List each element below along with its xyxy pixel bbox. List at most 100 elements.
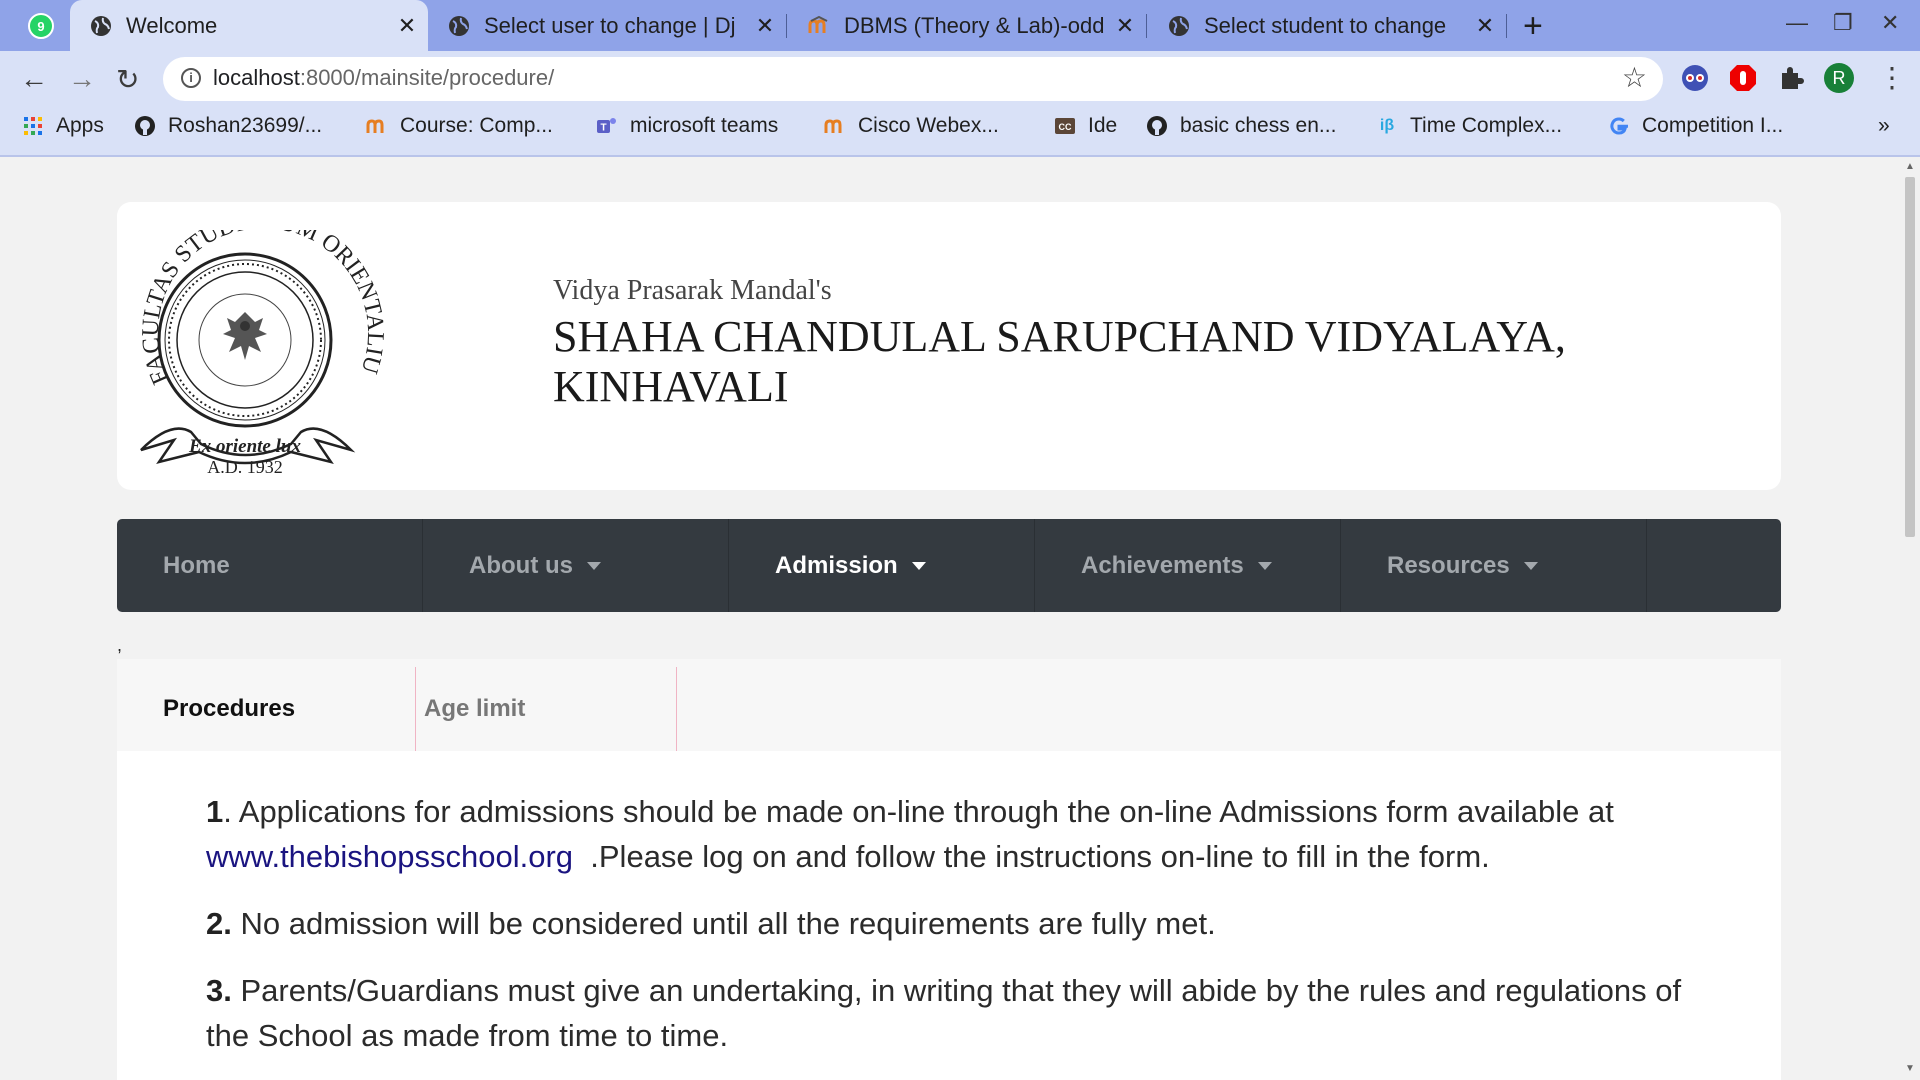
back-arrow-icon[interactable]: ← <box>20 63 48 95</box>
seal-year: A.D. 1932 <box>207 457 283 475</box>
nav-about-us[interactable]: About us <box>423 519 729 612</box>
nav-admission[interactable]: Admission <box>729 519 1035 612</box>
scroll-down-arrow-icon[interactable]: ▼ <box>1905 1063 1915 1074</box>
browser-toolbar: ← → ↻ i localhost:8000/mainsite/procedur… <box>0 51 1920 156</box>
scrollbar-thumb[interactable] <box>1905 177 1915 537</box>
extensions-puzzle-icon[interactable] <box>1776 63 1806 93</box>
github-icon <box>134 115 156 137</box>
bookmark-ide[interactable]: CC Ide <box>1054 114 1117 138</box>
globe-icon <box>1168 15 1190 37</box>
restore-icon[interactable]: ❐ <box>1833 10 1853 36</box>
bookmark-label: Roshan23699/... <box>168 114 323 137</box>
procedure-text: No admission will be considered until al… <box>231 906 1216 941</box>
caret-down-icon <box>1257 561 1272 570</box>
procedure-number: 1 <box>206 794 224 829</box>
bookmark-teams[interactable]: Tmicrosoft teams <box>596 114 778 138</box>
google-icon <box>1608 115 1630 137</box>
bookmark-time-complexity[interactable]: iβ Time Complex... <box>1376 114 1562 138</box>
menu-kebab-icon[interactable]: ⋮ <box>1878 61 1906 94</box>
tab-welcome[interactable]: Welcome ✕ <box>70 0 428 51</box>
site-info-icon[interactable]: i <box>181 68 201 88</box>
reload-icon[interactable]: ↻ <box>116 63 139 96</box>
profile-avatar[interactable]: R <box>1824 63 1854 93</box>
tab-title: Select user to change | Dj <box>484 12 736 38</box>
bookmark-github-roshan[interactable]: Roshan23699/... <box>134 114 322 138</box>
procedure-number: 2. <box>206 906 232 941</box>
bookmark-apps[interactable]: Apps <box>22 114 104 138</box>
bookmark-label: Apps <box>56 114 104 137</box>
seal-outer-text: FACULTAS STUDIORUM ORIENTALIUM <box>131 230 388 388</box>
tab-title: DBMS (Theory & Lab)-odd <box>844 12 1105 38</box>
teams-icon: T <box>596 115 618 137</box>
procedure-text: . Applications for admissions should be … <box>223 794 1614 829</box>
whatsapp-icon[interactable]: 9 <box>28 13 54 39</box>
tab-title: Select student to change <box>1204 12 1447 38</box>
bookmark-chess[interactable]: basic chess en... <box>1146 114 1336 138</box>
extension-glasses-icon[interactable] <box>1680 63 1710 93</box>
github-icon <box>1146 115 1168 137</box>
globe-icon <box>448 15 470 37</box>
nav-label: Admission <box>775 551 898 579</box>
minimize-icon[interactable]: — <box>1786 10 1808 36</box>
svg-text:T: T <box>600 123 606 134</box>
bookmarks-bar: Apps Roshan23699/... Course: Comp... Tmi… <box>0 106 1920 152</box>
nav-resources[interactable]: Resources <box>1341 519 1647 612</box>
page-scrollbar[interactable]: ▲ ▼ <box>1900 157 1920 1080</box>
address-bar[interactable]: i localhost:8000/mainsite/procedure/ ☆ <box>163 57 1663 101</box>
bookmark-label: basic chess en... <box>1180 114 1337 137</box>
close-tab-icon[interactable]: ✕ <box>1472 13 1498 39</box>
main-navbar: Home About us Admission Achievements Res… <box>117 519 1781 612</box>
school-website-link[interactable]: www.thebishopsschool.org <box>206 839 573 874</box>
browser-tabstrip: 9 Welcome ✕ Select user to change | Dj ✕… <box>0 0 1920 51</box>
tab-separator <box>786 14 787 38</box>
bookmark-star-icon[interactable]: ☆ <box>1622 61 1647 94</box>
subtab-separator <box>676 667 677 751</box>
site-header: FACULTAS STUDIORUM ORIENTALIUM Ex orient… <box>117 202 1781 490</box>
scroll-up-arrow-icon[interactable]: ▲ <box>1905 161 1915 172</box>
close-tab-icon[interactable]: ✕ <box>752 13 778 39</box>
close-window-icon[interactable]: ✕ <box>1881 10 1899 36</box>
procedure-number: 3. <box>206 973 232 1008</box>
bookmark-label: Cisco Webex... <box>858 114 999 137</box>
tab-separator <box>1146 14 1147 38</box>
new-tab-plus-icon[interactable]: + <box>1523 7 1543 46</box>
bookmark-competition[interactable]: Competition I... <box>1608 114 1783 138</box>
tab-select-student[interactable]: Select student to change ✕ <box>1148 0 1506 51</box>
bookmarks-overflow-chevron[interactable]: » <box>1878 114 1890 138</box>
whatsapp-badge: 9 <box>37 18 45 34</box>
tab-dbms[interactable]: DBMS (Theory & Lab)-odd ✕ <box>788 0 1146 51</box>
svg-text:FACULTAS STUDIORUM ORIENTALIUM: FACULTAS STUDIORUM ORIENTALIUM <box>131 230 388 388</box>
codechef-icon: CC <box>1054 115 1076 137</box>
seal-motto: Ex oriente lux <box>188 436 301 457</box>
stray-comma: , <box>117 635 123 655</box>
procedure-item: 3. Parents/Guardians must give an undert… <box>206 968 1706 1058</box>
admission-content: Procedures Age limit 1. Applications for… <box>117 659 1781 1080</box>
page-viewport: FACULTAS STUDIORUM ORIENTALIUM Ex orient… <box>0 157 1900 1080</box>
tab-procedures[interactable]: Procedures <box>163 667 295 751</box>
tab-age-limit[interactable]: Age limit <box>424 667 525 751</box>
bookmark-label: Ide <box>1088 114 1118 137</box>
caret-down-icon <box>586 561 601 570</box>
close-tab-icon[interactable]: ✕ <box>394 13 420 39</box>
moodle-icon <box>366 115 388 137</box>
close-tab-icon[interactable]: ✕ <box>1112 13 1138 39</box>
nav-label: Home <box>163 551 230 579</box>
svg-text:CC: CC <box>1059 122 1072 132</box>
bookmark-course[interactable]: Course: Comp... <box>366 114 553 138</box>
caret-down-icon <box>911 561 926 570</box>
nav-home[interactable]: Home <box>117 519 423 612</box>
moodle-icon <box>824 115 846 137</box>
nav-label: Achievements <box>1081 551 1244 579</box>
interviewbit-icon: iβ <box>1379 117 1395 134</box>
forward-arrow-icon[interactable]: → <box>68 63 96 95</box>
tab-select-user[interactable]: Select user to change | Dj ✕ <box>428 0 786 51</box>
bookmark-webex[interactable]: Cisco Webex... <box>824 114 999 138</box>
globe-icon <box>90 15 112 37</box>
bookmark-label: Time Complex... <box>1410 114 1563 137</box>
procedure-item: 1. Applications for admissions should be… <box>206 789 1706 879</box>
bookmark-label: Course: Comp... <box>400 114 553 137</box>
tab-title: Welcome <box>126 12 218 38</box>
tab-separator <box>1506 14 1507 38</box>
nav-achievements[interactable]: Achievements <box>1035 519 1341 612</box>
adblock-icon[interactable] <box>1728 63 1758 93</box>
